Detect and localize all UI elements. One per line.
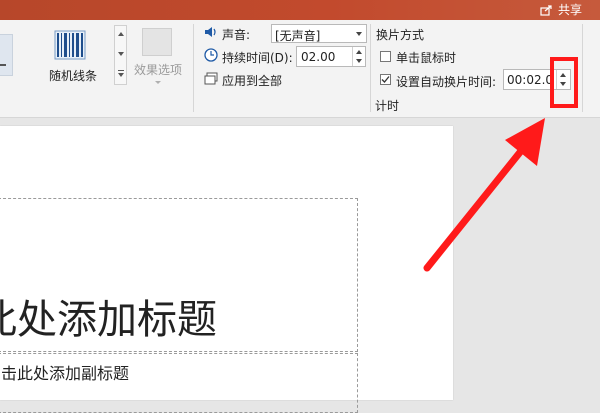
annotation-arrow-icon [423, 118, 545, 272]
